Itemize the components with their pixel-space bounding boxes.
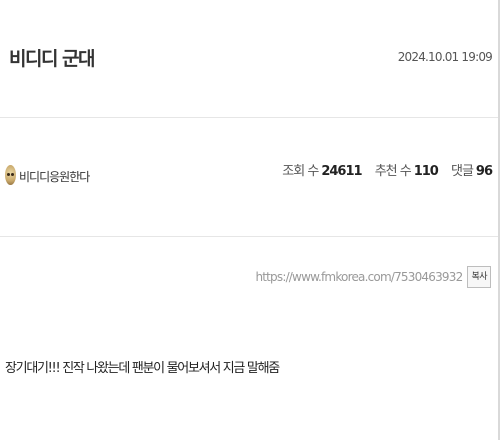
avatar-eye-right [11, 173, 14, 176]
post-meta: 비디디응원한다 조회 수 24611 추천 수 110 댓글 96 [0, 118, 498, 237]
comments-label: 댓글 [450, 164, 474, 179]
views-label: 조회 수 [282, 164, 319, 179]
likes-label: 추천 수 [374, 164, 412, 179]
post-date: 2024.10.01 19:09 [397, 50, 493, 64]
likes-stat: 추천 수 110 [375, 164, 441, 179]
views-count: 24611 [321, 164, 362, 179]
post-body-text: 장기대기!!! 진작 나왔는데 팬분이 물어보셔서 지금 말해줌 [5, 361, 280, 376]
copy-url-button[interactable]: 복사 [467, 266, 491, 288]
post-container: 비디디 군대 2024.10.01 19:09 비디디응원한다 조회 수 2461… [0, 0, 500, 440]
post-header: 비디디 군대 2024.10.01 19:09 [0, 0, 498, 118]
views-stat: 조회 수 24611 [282, 164, 364, 179]
post-title: 비디디 군대 [9, 48, 96, 70]
post-url-row: https://www.fmkorea.com/7530463932 복사 [255, 266, 491, 288]
user-avatar-icon[interactable] [5, 165, 16, 185]
avatar-eye-left [7, 173, 10, 176]
author-name[interactable]: 비디디응원한다 [19, 168, 90, 185]
comments-stat[interactable]: 댓글 96 [450, 164, 493, 179]
likes-count: 110 [413, 164, 439, 179]
comments-count: 96 [475, 164, 493, 179]
post-stats: 조회 수 24611 추천 수 110 댓글 96 [272, 160, 493, 179]
post-url-link[interactable]: https://www.fmkorea.com/7530463932 [255, 270, 463, 284]
